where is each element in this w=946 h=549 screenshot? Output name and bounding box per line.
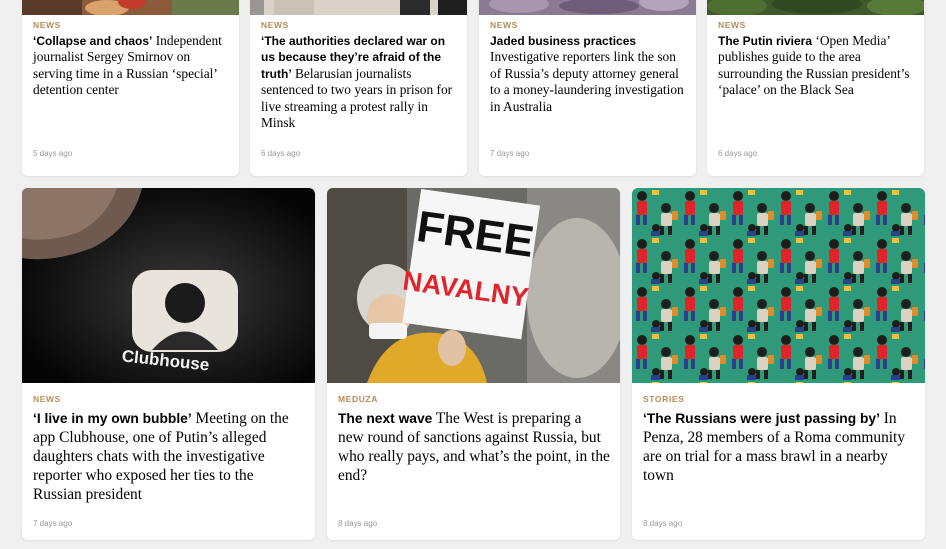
article-image[interactable] bbox=[707, 0, 924, 15]
article-image[interactable] bbox=[22, 0, 239, 15]
news-card[interactable]: NEWS Jaded business practices Investigat… bbox=[479, 0, 696, 176]
headline-lead: ‘Collapse and chaos’ bbox=[33, 34, 153, 48]
category-tag: STORIES bbox=[643, 394, 685, 404]
news-card[interactable]: Clubhouse NEWS ‘I live in my own bubble’… bbox=[22, 188, 315, 540]
headline[interactable]: ‘The Russians were just passing by’ In P… bbox=[643, 409, 915, 485]
news-card[interactable]: NEWS ‘Collapse and chaos’ Independent jo… bbox=[22, 0, 239, 176]
headline[interactable]: ‘The authorities declared war on us beca… bbox=[261, 33, 457, 131]
category-tag: NEWS bbox=[718, 20, 746, 30]
headline-lead: ‘I live in my own bubble’ bbox=[33, 411, 192, 426]
publish-date: 6 days ago bbox=[718, 149, 758, 158]
article-image[interactable]: Clubhouse bbox=[22, 188, 315, 383]
article-image[interactable] bbox=[250, 0, 467, 15]
article-image[interactable] bbox=[632, 188, 925, 383]
publish-date: 6 days ago bbox=[261, 149, 301, 158]
headline-lead: The next wave bbox=[338, 411, 433, 426]
publish-date: 7 days ago bbox=[490, 149, 530, 158]
category-tag: NEWS bbox=[33, 20, 61, 30]
publish-date: 5 days ago bbox=[33, 149, 73, 158]
headline[interactable]: ‘I live in my own bubble’ Meeting on the… bbox=[33, 409, 305, 504]
headline[interactable]: The Putin riviera ‘Open Media’ publishes… bbox=[718, 33, 914, 99]
headline[interactable]: The next wave The West is preparing a ne… bbox=[338, 409, 610, 485]
publish-date: 7 days ago bbox=[33, 519, 73, 528]
category-tag: NEWS bbox=[261, 20, 289, 30]
article-image[interactable]: FREE NAVALNY bbox=[327, 188, 620, 383]
headline-text: Investigative reporters link the son of … bbox=[490, 49, 684, 114]
news-card[interactable]: NEWS ‘The authorities declared war on us… bbox=[250, 0, 467, 176]
category-tag: NEWS bbox=[490, 20, 518, 30]
publish-date: 8 days ago bbox=[643, 519, 683, 528]
headline-lead: ‘The Russians were just passing by’ bbox=[643, 411, 880, 426]
publish-date: 8 days ago bbox=[338, 519, 378, 528]
category-tag: MEDUZA bbox=[338, 394, 378, 404]
news-card[interactable]: FREE NAVALNY MEDUZA The next wave The We… bbox=[327, 188, 620, 540]
category-tag: NEWS bbox=[33, 394, 61, 404]
headline-lead: The Putin riviera bbox=[718, 34, 813, 48]
news-card[interactable]: STORIES ‘The Russians were just passing … bbox=[632, 188, 925, 540]
headline[interactable]: ‘Collapse and chaos’ Independent journal… bbox=[33, 33, 229, 99]
headline-lead: Jaded business practices bbox=[490, 34, 637, 48]
article-image[interactable] bbox=[479, 0, 696, 15]
news-card[interactable]: NEWS The Putin riviera ‘Open Media’ publ… bbox=[707, 0, 924, 176]
headline[interactable]: Jaded business practices Investigative r… bbox=[490, 33, 686, 115]
